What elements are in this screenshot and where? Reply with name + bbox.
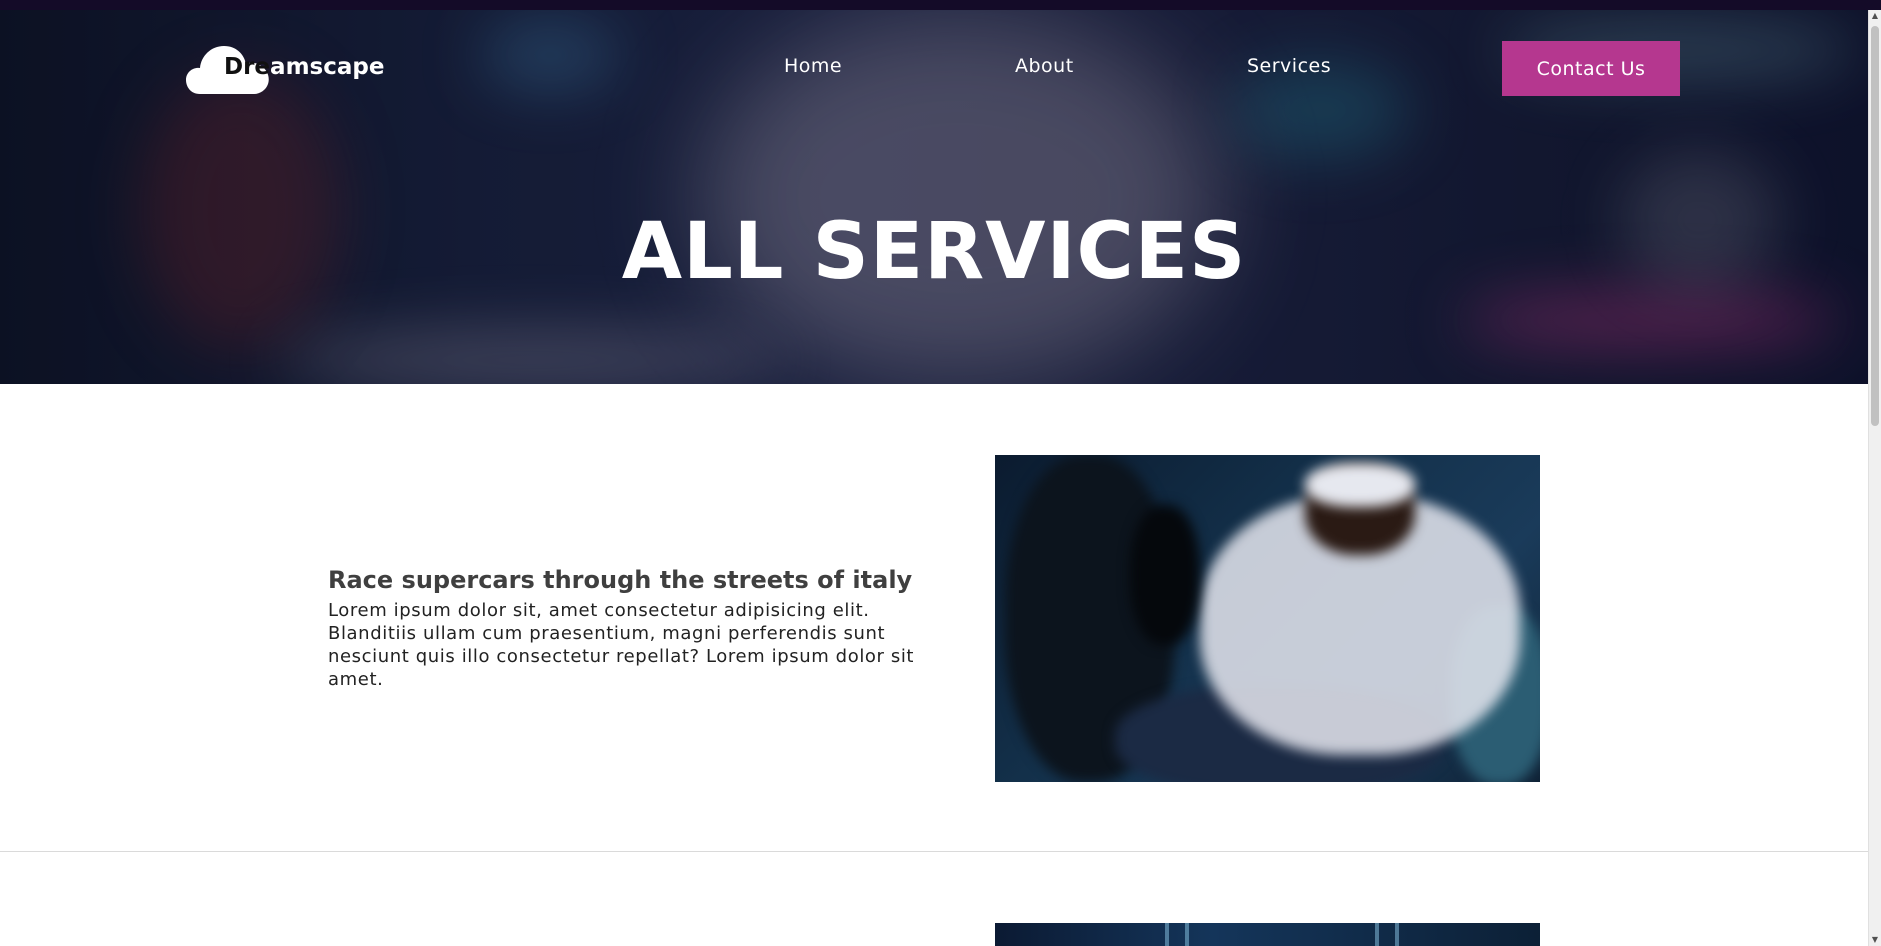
brand-name-light: amscape <box>270 54 385 80</box>
browser-top-strip <box>0 0 1881 10</box>
nav-link-services[interactable]: Services <box>1247 55 1331 77</box>
nav-link-home[interactable]: Home <box>784 55 842 77</box>
brand-logo[interactable]: Dreamscape <box>186 40 386 96</box>
scrollbar-thumb[interactable] <box>1871 26 1879 426</box>
contact-us-button[interactable]: Contact Us <box>1502 41 1680 96</box>
service-title: Race supercars through the streets of it… <box>328 565 913 594</box>
nav-link-about[interactable]: About <box>1015 55 1074 77</box>
vertical-scrollbar[interactable]: ▲ ▼ <box>1868 10 1881 946</box>
page-title: ALL SERVICES <box>621 207 1247 298</box>
section-divider <box>0 851 1868 852</box>
service-image-racing <box>995 455 1540 782</box>
brand-name-dark: Dre <box>224 54 271 80</box>
chevron-down-icon[interactable]: ▼ <box>1869 934 1881 946</box>
page: ALL SERVICES Dreamscape Home About Servi… <box>0 0 1881 946</box>
chevron-up-icon[interactable]: ▲ <box>1869 10 1881 22</box>
service-image-next <box>995 923 1540 946</box>
service-description: Lorem ipsum dolor sit, amet consectetur … <box>328 600 915 690</box>
